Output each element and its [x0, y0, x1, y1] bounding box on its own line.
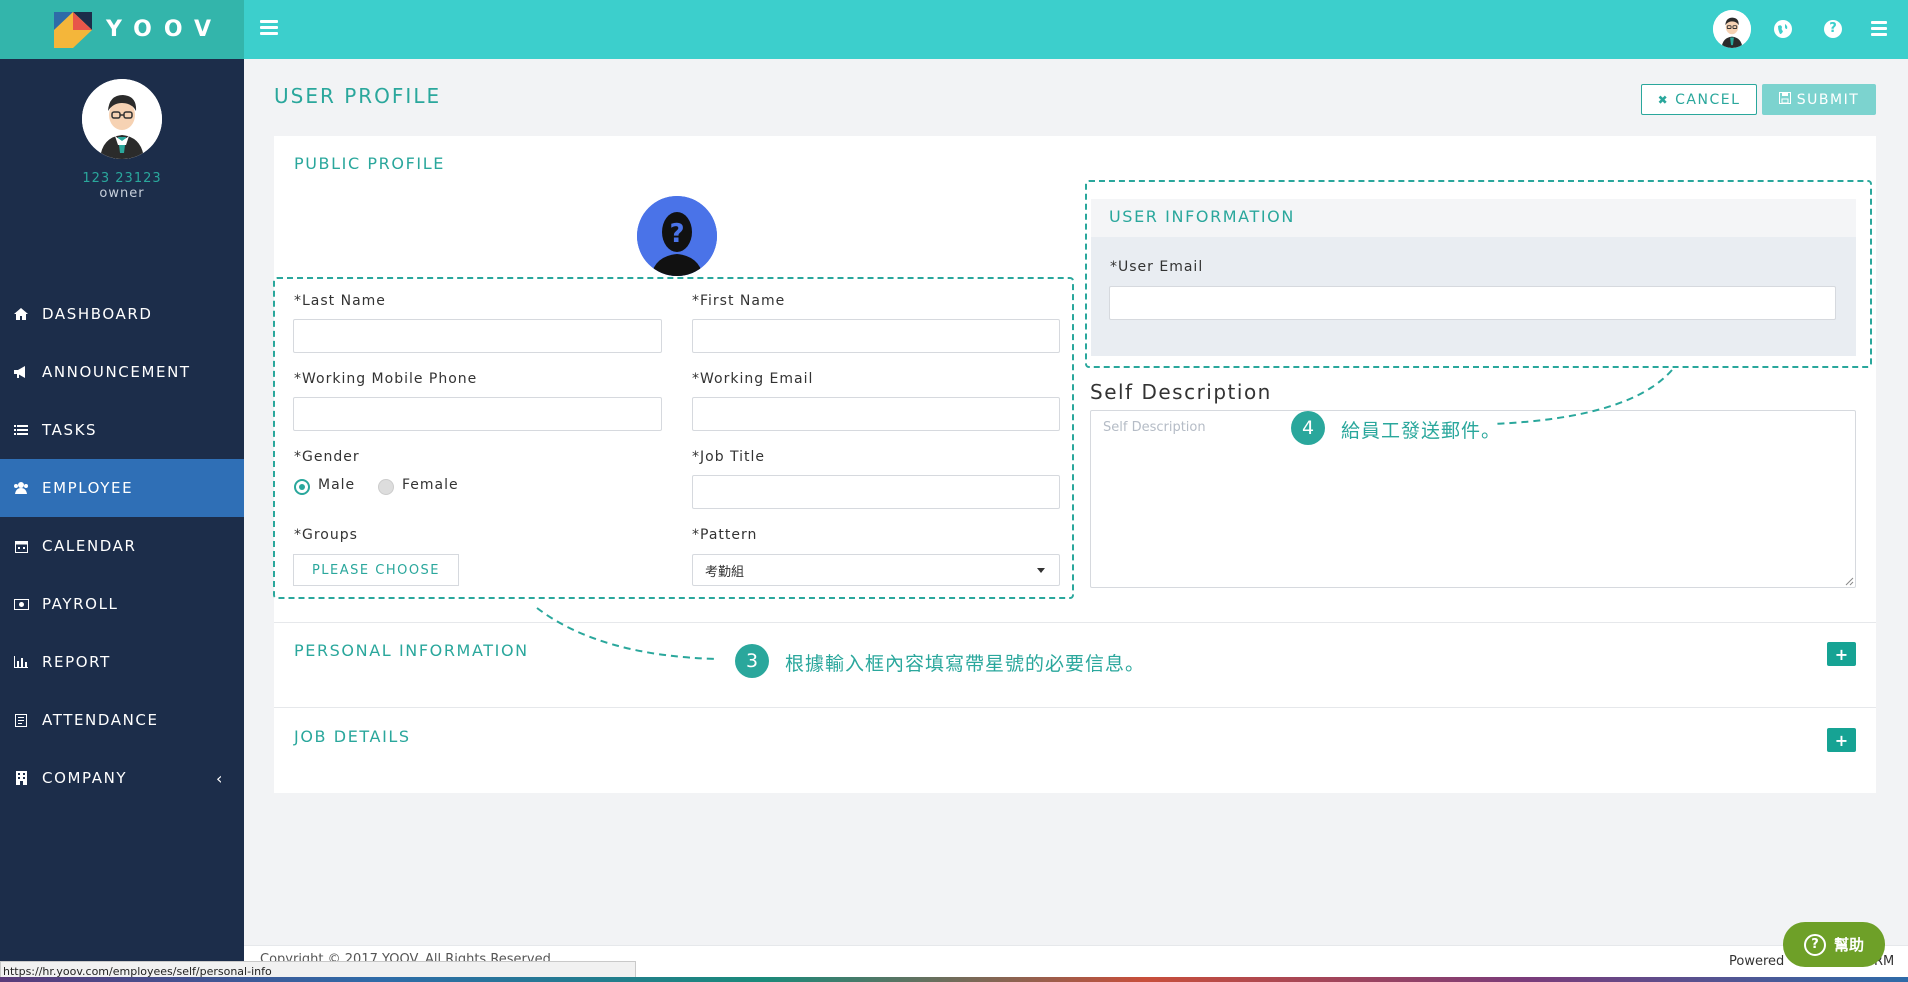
- step-3-badge: 3: [735, 644, 769, 678]
- footer-powered: Powered: [1729, 954, 1785, 969]
- step-3-text: 根據輸入框內容填寫帶星號的必要信息。: [785, 653, 1146, 675]
- help-label: 幫助: [1833, 936, 1864, 954]
- step-4-text: 給員工發送郵件。: [1341, 420, 1502, 442]
- annotation-connectors: [536, 369, 1673, 660]
- step-4-badge: 4: [1291, 411, 1325, 445]
- taskbar-strip: [0, 977, 1908, 982]
- question-icon: ?: [1803, 933, 1826, 956]
- help-widget-button[interactable]: ? 幫助: [1783, 922, 1885, 967]
